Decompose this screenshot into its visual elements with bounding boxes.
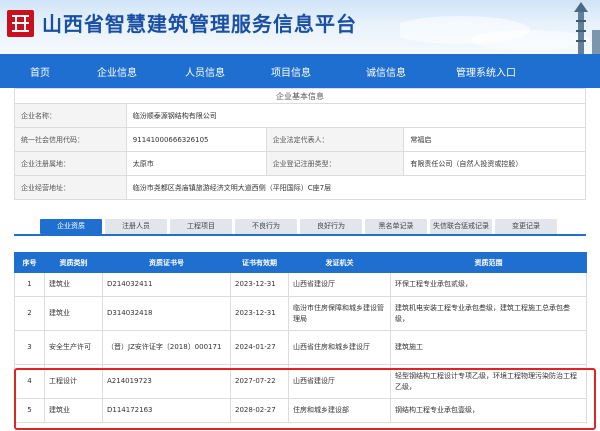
row-authority: 住房和城乡建设部 (288, 398, 391, 423)
table-row: 4 工程设计 A214019723 2027-07-22 山西省建设厅 轻型钢结… (14, 364, 587, 399)
table-header-row: 序号 资质类别 资质证书号 证书有效期 发证机关 资质范围 (14, 252, 587, 273)
tab-bad-behavior[interactable]: 不良行为 (235, 219, 297, 234)
row-no: 5 (14, 398, 45, 423)
row-cert-no: （晋）JZ安许证字〔2018〕000171 (102, 330, 231, 365)
row-authority: 临汾市住房保障和城乡建设管理局 (288, 296, 391, 331)
row-category: 工程设计 (44, 364, 103, 399)
row-no: 1 (14, 272, 45, 297)
site-header: 山西省智慧建筑管理服务信息平台 (0, 0, 600, 54)
tab-projects[interactable]: 工程项目 (170, 219, 232, 234)
nav-item-enterprise[interactable]: 企业信息 (80, 64, 154, 79)
tab-blacklist[interactable]: 黑名单记录 (365, 219, 427, 234)
reg-type-label: 企业登记注册类型： (265, 151, 405, 176)
site-title: 山西省智慧建筑管理服务信息平台 (42, 12, 357, 36)
company-name-label: 企业名称： (14, 103, 127, 128)
nav-item-home[interactable]: 首页 (0, 64, 80, 79)
nav-item-management-entry[interactable]: 管理系统入口 (446, 64, 526, 79)
row-category: 建筑业 (44, 272, 103, 297)
row-scope: 建筑机电安装工程专业承包叁级，建筑工程施工总承包叁级， (390, 296, 587, 331)
row-valid: 2028-02-27 (230, 398, 289, 423)
qualification-table: 序号 资质类别 资质证书号 证书有效期 发证机关 资质范围 1 建筑业 D214… (14, 252, 587, 423)
table-row: 2 建筑业 D314032418 2023-12-31 临汾市住房保障和城乡建设… (14, 296, 587, 331)
row-scope: 建筑施工 (390, 330, 587, 365)
row-category: 安全生产许可 (44, 330, 103, 365)
row-cert-no: D114172163 (102, 398, 231, 423)
legal-rep-label: 企业法定代表人： (265, 127, 405, 152)
tab-good-behavior[interactable]: 良好行为 (300, 219, 362, 234)
address-value: 临汾市尧都区尧庙镇旅游经济文明大道西侧（平阳国际）C座7层 (125, 175, 587, 200)
col-header-valid: 证书有效期 (230, 252, 289, 273)
tab-joint-punishment[interactable]: 失信联合惩戒记录 (430, 219, 492, 234)
address-label: 企业经营地址： (14, 175, 127, 200)
region-label: 企业注册属地： (14, 151, 127, 176)
nav-item-projects[interactable]: 项目信息 (256, 64, 326, 79)
row-no: 2 (14, 296, 45, 331)
region-value: 太原市 (125, 151, 267, 176)
row-authority: 山西省建设厅 (288, 364, 391, 399)
row-valid: 2023-12-31 (230, 272, 289, 297)
row-valid: 2024-01-27 (230, 330, 289, 365)
col-header-scope: 资质范围 (390, 252, 587, 273)
nav-item-personnel[interactable]: 人员信息 (154, 64, 256, 79)
basic-info-table: 企业名称： 临汾顺泰源钢结构有限公司 统一社会信用代码： 91141000666… (14, 103, 587, 200)
main-nav: 首页 企业信息 人员信息 项目信息 诚信信息 管理系统入口 (0, 54, 600, 88)
logo-emblem-icon (7, 10, 34, 37)
row-no: 3 (14, 330, 45, 365)
row-authority: 山西省住房和城乡建设厅 (288, 330, 391, 365)
tab-qualification[interactable]: 企业资质 (40, 219, 102, 234)
row-category: 建筑业 (44, 296, 103, 331)
row-category: 建筑业 (44, 398, 103, 423)
col-header-authority: 发证机关 (288, 252, 391, 273)
row-scope: 环保工程专业承包贰级， (390, 272, 587, 297)
row-valid: 2023-12-31 (230, 296, 289, 331)
legal-rep-value: 常福启 (403, 127, 586, 152)
col-header-category: 资质类别 (44, 252, 103, 273)
table-row: 5 建筑业 D114172163 2028-02-27 住房和城乡建设部 钢结构… (14, 398, 587, 423)
row-cert-no: A214019723 (102, 364, 231, 399)
row-cert-no: D314032418 (102, 296, 231, 331)
credit-code-label: 统一社会信用代码： (14, 127, 127, 152)
detail-tabs: 企业资质 注册人员 工程项目 不良行为 良好行为 黑名单记录 失信联合惩戒记录 … (40, 219, 557, 234)
tab-registered-personnel[interactable]: 注册人员 (105, 219, 167, 234)
credit-code-value: 91141000666326105 (125, 127, 267, 152)
tab-change-records[interactable]: 变更记录 (495, 219, 557, 234)
table-row: 1 建筑业 D214032411 2023-12-31 山西省建设厅 环保工程专… (14, 272, 587, 297)
row-no: 4 (14, 364, 45, 399)
row-authority: 山西省建设厅 (288, 272, 391, 297)
company-name-value: 临汾顺泰源钢结构有限公司 (125, 103, 587, 128)
skyline-decoration-icon (400, 2, 600, 54)
row-cert-no: D214032411 (102, 272, 231, 297)
row-scope: 钢结构工程专业承包壹级， (390, 398, 587, 423)
tab-underline (14, 234, 586, 236)
table-row: 3 安全生产许可 （晋）JZ安许证字〔2018〕000171 2024-01-2… (14, 330, 587, 365)
basic-info-title: 企业基本信息 (14, 88, 586, 103)
reg-type-value: 有限责任公司（自然人投资或控股） (403, 151, 586, 176)
row-valid: 2027-07-22 (230, 364, 289, 399)
row-scope: 轻型钢结构工程设计专项乙级，环境工程物理污染防治工程乙级， (390, 364, 587, 399)
col-header-no: 序号 (14, 252, 45, 273)
nav-item-credit[interactable]: 诚信信息 (326, 64, 446, 79)
col-header-cert-no: 资质证书号 (102, 252, 231, 273)
